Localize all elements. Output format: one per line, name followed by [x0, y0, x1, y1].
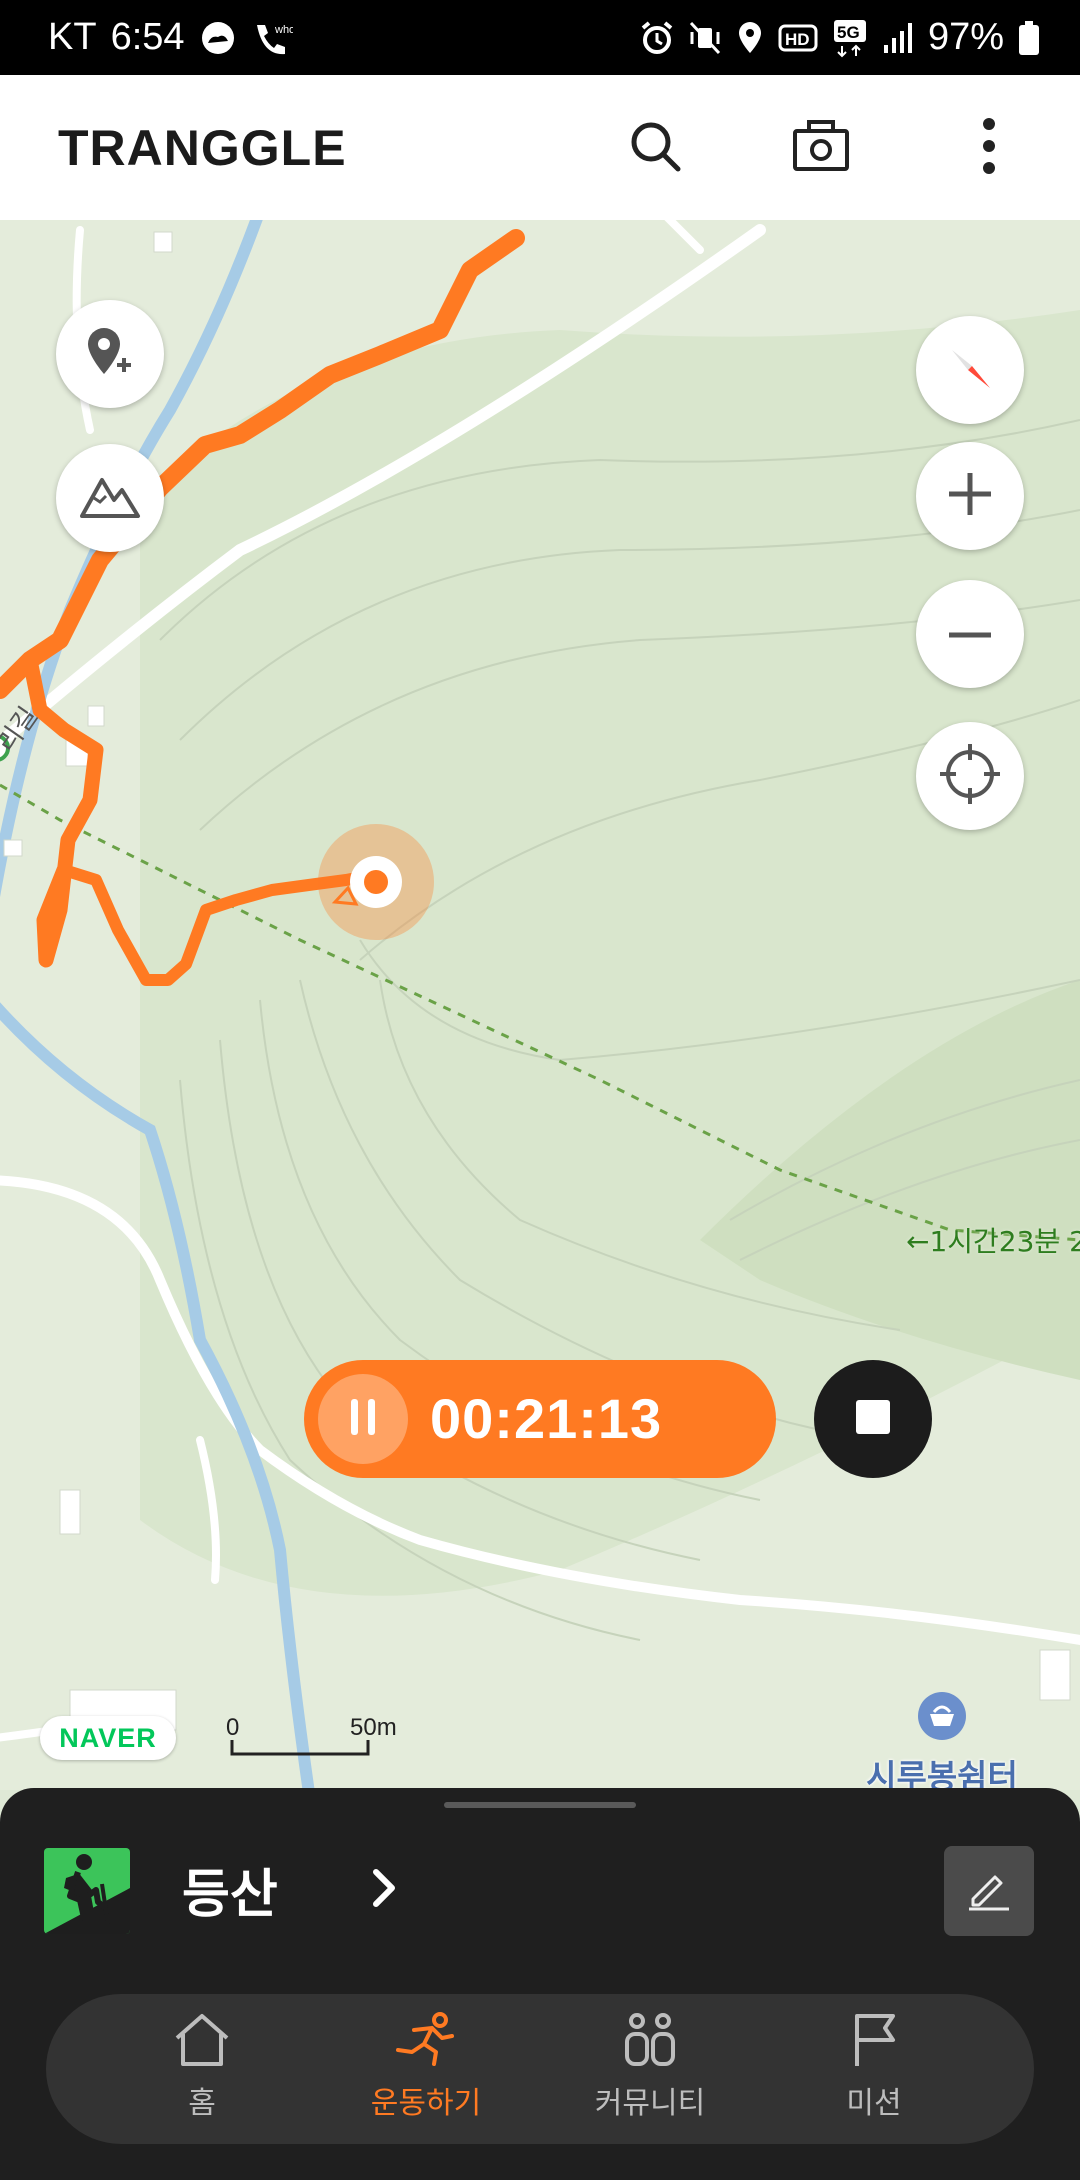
map-view[interactable]: 리길 ←1시간23분 2 NAVER 0 50m 시루봉쉼터: [0, 220, 1080, 1790]
scale-bar: 0 50m: [226, 1714, 397, 1758]
wifi-call-icon: who: [251, 19, 293, 57]
nav-item-mission[interactable]: 미션: [774, 2012, 974, 2122]
locate-icon: [938, 742, 1002, 810]
hd-icon: HD: [778, 20, 818, 56]
battery-percent: 97%: [927, 16, 1004, 58]
activity-name[interactable]: 등산: [182, 1852, 278, 1927]
edit-icon: [965, 1865, 1013, 1917]
svg-text:5G: 5G: [837, 23, 860, 42]
svg-text:who: who: [274, 24, 293, 36]
mountain-button[interactable]: [56, 444, 164, 552]
compass-icon: [938, 336, 1002, 404]
bottom-sheet: 등산 홈 운동하기 커뮤니티 미션: [0, 1788, 1080, 2180]
map-attribution: NAVER: [40, 1716, 176, 1760]
nav-label-workout: 운동하기: [370, 2086, 482, 2121]
search-icon: [627, 118, 683, 178]
hiking-icon: [44, 1848, 130, 1934]
svg-text:HD: HD: [785, 30, 810, 49]
nav-label-home: 홈: [188, 2086, 216, 2121]
signal-icon: [882, 21, 914, 55]
locate-button[interactable]: [916, 722, 1024, 830]
search-button[interactable]: [612, 105, 698, 191]
running-icon: [394, 2012, 458, 2072]
more-button[interactable]: [946, 105, 1032, 191]
battery-icon: [1018, 20, 1040, 56]
mountain-icon: [78, 472, 142, 524]
flag-icon: [845, 2014, 903, 2072]
nav-item-home[interactable]: 홈: [102, 2012, 302, 2122]
clock: 6:54: [110, 16, 185, 58]
nav-item-workout[interactable]: 운동하기: [326, 2012, 526, 2122]
poi-label: 시루봉쉼터: [866, 1757, 1018, 1790]
carrier-label: KT: [48, 16, 97, 58]
zoom-out-icon: [947, 625, 993, 644]
weather-icon: [199, 19, 237, 57]
pause-icon: [348, 1397, 378, 1441]
poi-marker[interactable]: 시루봉쉼터: [862, 1690, 1022, 1790]
edit-button[interactable]: [944, 1846, 1034, 1936]
home-icon: [173, 2014, 231, 2072]
elapsed-time: 00:21:13: [430, 1387, 663, 1450]
stop-button[interactable]: [814, 1360, 932, 1478]
camera-button[interactable]: [778, 105, 864, 191]
rest-area-icon: [916, 1692, 968, 1746]
more-vert-icon: [981, 116, 997, 180]
alarm-icon: [640, 20, 674, 56]
vibrate-mute-icon: [688, 20, 722, 56]
add-location-icon: [82, 324, 138, 384]
nav-label-community: 커뮤니티: [594, 2086, 706, 2121]
bottom-nav: 홈 운동하기 커뮤니티 미션: [46, 1994, 1034, 2144]
camera-icon: [792, 119, 850, 177]
compass-button[interactable]: [916, 316, 1024, 424]
nav-label-mission: 미션: [846, 2086, 902, 2121]
app-header: TRANGGLE: [0, 75, 1080, 220]
location-icon: [736, 20, 764, 56]
zoom-out-button[interactable]: [916, 580, 1024, 688]
map-canvas: [0, 220, 1080, 1790]
nav-item-community[interactable]: 커뮤니티: [550, 2012, 750, 2122]
status-bar: KT 6:54 who HD 5G 97%: [0, 0, 1080, 75]
drag-handle[interactable]: [444, 1802, 636, 1808]
pause-button[interactable]: [318, 1374, 408, 1464]
stop-icon: [854, 1398, 892, 1440]
zoom-in-icon: [947, 471, 993, 521]
community-icon: [621, 2013, 679, 2072]
network-5g-icon: 5G: [832, 18, 868, 58]
recording-timer: 00:21:13: [304, 1360, 776, 1478]
add-location-button[interactable]: [56, 300, 164, 408]
trail-time-label: ←1시간23분 2: [906, 1225, 1080, 1258]
zoom-in-button[interactable]: [916, 442, 1024, 550]
app-logo: TRANGGLE: [58, 120, 347, 176]
chevron-right-icon[interactable]: [372, 1868, 398, 1912]
